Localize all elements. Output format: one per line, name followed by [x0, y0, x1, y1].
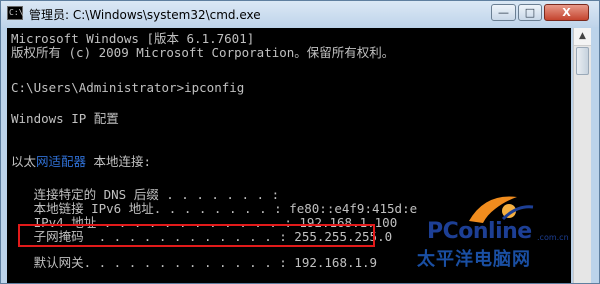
cmd-icon: C:\ — [7, 6, 23, 20]
watermark-domain: .com.cn — [537, 233, 569, 242]
cmd-window: C:\ 管理员: C:\Windows\system32\cmd.exe — □… — [0, 0, 600, 284]
adapter-header: 以太网适配器 本地连接: — [11, 155, 151, 169]
console-line-gateway: 默认网关. . . . . . . . . . . . . : 192.168.… — [11, 255, 378, 270]
console-line-ipv6: 本地链接 IPv6 地址. . . . . . . . : fe80::e4f9… — [11, 201, 418, 216]
gateway-highlight-box — [18, 224, 375, 247]
close-button[interactable]: X — [544, 4, 589, 21]
pconline-watermark: PConline .com.cn 太平洋电脑网 — [413, 191, 591, 271]
adapter-suffix: 本地连接: — [86, 154, 152, 169]
console-line: C:\Users\Administrator>ipconfig — [11, 80, 245, 95]
watermark-brand: PConline — [427, 219, 532, 244]
console-line-dns-suffix: 连接特定的 DNS 后缀 . . . . . . . : — [11, 187, 280, 202]
adapter-highlight: 网适配器 — [36, 154, 87, 169]
scrollbar-thumb[interactable] — [576, 47, 589, 75]
console-line: 版权所有 (c) 2009 Microsoft Corporation。保留所有… — [11, 45, 395, 60]
title-bar[interactable]: C:\ 管理员: C:\Windows\system32\cmd.exe — □… — [1, 1, 599, 27]
watermark-chinese: 太平洋电脑网 — [417, 249, 531, 270]
adapter-prefix: 以太 — [11, 154, 37, 169]
console-line: Microsoft Windows [版本 6.1.7601] — [11, 31, 255, 46]
maximize-button[interactable]: □ — [518, 4, 542, 21]
console-line: Windows IP 配置 — [11, 111, 119, 126]
window-title: 管理员: C:\Windows\system32\cmd.exe — [29, 8, 261, 22]
minimize-button[interactable]: — — [491, 4, 516, 21]
scroll-up-arrow-icon[interactable]: ▲ — [574, 28, 591, 46]
